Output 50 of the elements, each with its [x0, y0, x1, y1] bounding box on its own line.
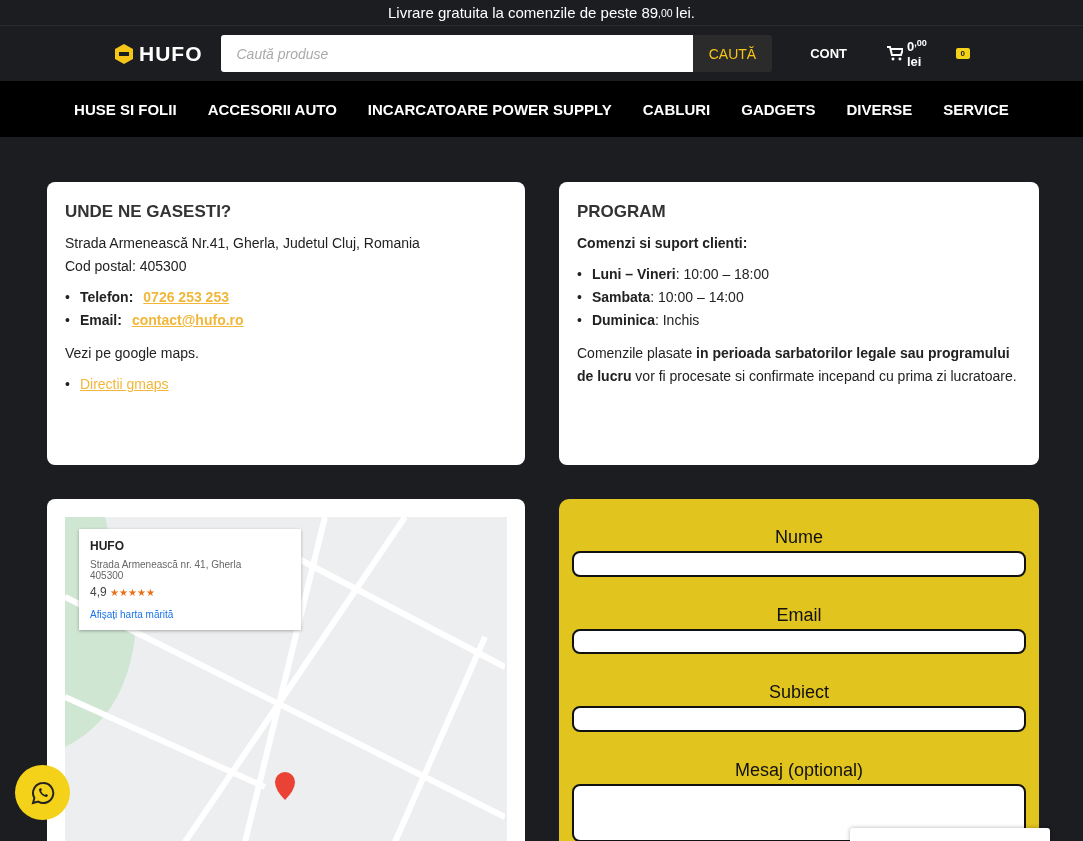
account-link[interactable]: CONT — [810, 46, 848, 61]
search-button[interactable]: CAUTĂ — [692, 35, 773, 72]
place-name: HUFO — [90, 539, 125, 553]
holiday-note: Comenzile plasate in perioada sarbatorilor legale sau programului de lucru vor fi procesate si confirmate incepand cu prima zi lucratoare. — [577, 344, 1018, 386]
bullet-mark: • — [65, 311, 70, 330]
place-postal: 405300 — [90, 570, 125, 581]
bullet-mark: • — [65, 288, 70, 307]
input-field[interactable] — [572, 628, 1026, 655]
contact-label: Telefon: — [79, 288, 134, 307]
schedule-subtitle: Comenzi si suport clienti: — [577, 234, 749, 253]
nav-link[interactable]: SERVICE — [943, 100, 1009, 118]
nav-link[interactable]: HUSE SI FOLII — [74, 100, 177, 118]
rating-stars: ★★★★★ — [109, 587, 155, 598]
schedule-entry: Duminica: Inchis — [591, 311, 700, 330]
card-title: UNDE NE GASESTI? — [65, 202, 233, 222]
search-field[interactable]: Caută produse — [220, 35, 693, 72]
nav-link[interactable]: ACCESORII AUTO — [207, 100, 337, 118]
input-field[interactable] — [572, 551, 1026, 577]
schedule-entry: Sambata: 10:00 – 14:00 — [591, 288, 744, 307]
bullet-mark: • — [577, 288, 582, 307]
cart-count: 0 — [955, 48, 970, 59]
field-label: Email — [775, 604, 823, 626]
phone-chat-icon — [30, 780, 55, 805]
message-field[interactable] — [572, 783, 1026, 841]
logo-text: HUFO — [139, 41, 203, 66]
hexagon-logo-icon — [113, 42, 135, 65]
cart-total: 0$^{,00}$ lei — [907, 37, 928, 70]
logo[interactable]: HUFO — [113, 41, 203, 66]
nav-link[interactable]: GADGETS — [741, 100, 816, 118]
map-placeholder[interactable]: HUFO Strada Armenească nr. 41, Gherla 405300 4,9 ★★★★★ Afișați harta mărită — [65, 517, 507, 841]
input-field[interactable] — [572, 706, 1026, 732]
nav-link[interactable]: DIVERSE — [846, 100, 913, 118]
bullet-mark: • — [577, 265, 582, 284]
contact-label: Email: — [79, 311, 122, 330]
larger-map-link[interactable]: Afișați harta mărită — [90, 609, 174, 620]
maps-note: Vezi pe google maps. — [65, 344, 200, 363]
postal-code: Cod postal: 405300 — [65, 257, 188, 276]
place-rating: 4,9 — [90, 585, 107, 599]
field-label: Mesaj (optional) — [733, 759, 865, 781]
nav-link[interactable]: CABLURI — [642, 100, 711, 118]
field-label: Subiect — [767, 682, 830, 704]
place-address: Strada Armenească nr. 41, Gherla — [90, 559, 243, 570]
address-text: Strada Armenească Nr.41, Gherla, Judetul Cluj, Romania — [65, 234, 421, 253]
bullet-mark: • — [65, 375, 70, 394]
cart-icon[interactable] — [887, 46, 903, 61]
card-title: PROGRAM — [577, 202, 667, 222]
nav-link[interactable]: INCARCATOARE POWER SUPPLY — [367, 100, 612, 118]
schedule-entry: Luni – Vineri: 10:00 – 18:00 — [591, 265, 770, 284]
field-label: Nume — [774, 527, 824, 548]
bullet-mark: • — [577, 311, 582, 330]
